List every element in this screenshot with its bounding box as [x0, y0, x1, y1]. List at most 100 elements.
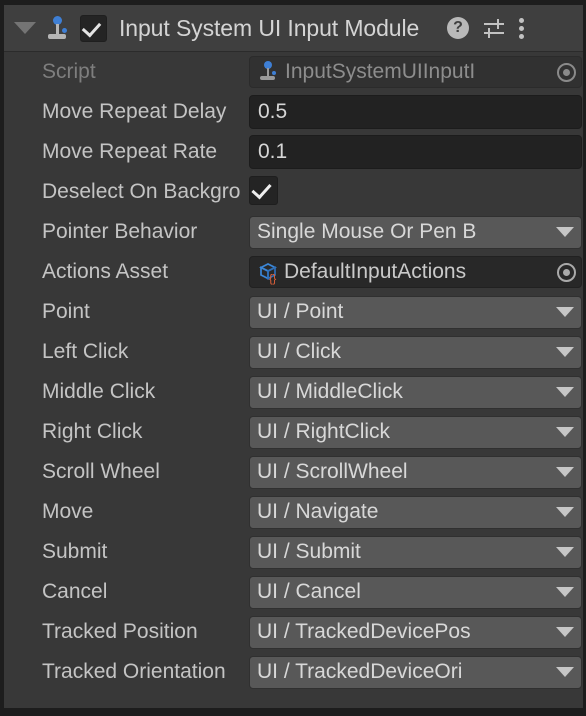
- property-field-area: UI / Submit: [247, 532, 583, 572]
- property-field-area: Single Mouse Or Pen B: [247, 212, 583, 252]
- property-field-area: UI / Click: [247, 332, 583, 372]
- chevron-down-icon: [556, 667, 574, 677]
- chevron-down-icon: [556, 427, 574, 437]
- chevron-down-icon: [556, 227, 574, 237]
- chevron-down-icon: [556, 507, 574, 517]
- dropdown-tracked-position[interactable]: UI / TrackedDevicePos: [249, 615, 582, 649]
- dropdown-value: UI / Click: [257, 340, 341, 363]
- dropdown-submit[interactable]: UI / Submit: [249, 535, 582, 569]
- object-field-value: InputSystemUIInputI: [285, 60, 476, 83]
- property-rows: Script InputSystemUIInputI Move Repeat Del…: [4, 52, 583, 692]
- property-field-area: UI / Navigate: [247, 492, 583, 532]
- object-field-script[interactable]: InputSystemUIInputI: [249, 56, 582, 88]
- component-title: Input System UI Input Module: [119, 14, 420, 41]
- property-label-submit: Submit: [42, 540, 108, 563]
- property-row-move: Move UI / Navigate: [4, 492, 583, 532]
- checkmark-icon: [81, 17, 102, 37]
- input-actions-asset-icon: {}: [259, 263, 277, 285]
- property-field-area: UI / MiddleClick: [247, 372, 583, 412]
- dropdown-value: Single Mouse Or Pen B: [257, 220, 477, 243]
- property-field-area: {} DefaultInputActions: [247, 252, 583, 292]
- property-row-tracked-position: Tracked Position UI / TrackedDevicePos: [4, 612, 583, 652]
- object-picker-icon[interactable]: [551, 257, 581, 287]
- inspector-panel: Input System UI Input Module ? Script Inp…: [0, 0, 586, 716]
- property-row-scroll-wheel: Scroll Wheel UI / ScrollWheel: [4, 452, 583, 492]
- checkmark-icon: [251, 178, 272, 200]
- property-field-area: UI / RightClick: [247, 412, 583, 452]
- property-row-move-repeat-delay: Move Repeat Delay 0.5: [4, 92, 583, 132]
- number-input-move-repeat-rate[interactable]: 0.1: [249, 135, 582, 169]
- property-field-area: UI / ScrollWheel: [247, 452, 583, 492]
- property-label-cancel: Cancel: [42, 580, 108, 603]
- property-field-area: 0.1: [247, 132, 583, 172]
- property-row-move-repeat-rate: Move Repeat Rate 0.1: [4, 132, 583, 172]
- property-label-middle-click: Middle Click: [42, 380, 156, 403]
- property-label-deselect-on-backgro: Deselect On Backgro: [42, 180, 241, 203]
- property-row-cancel: Cancel UI / Cancel: [4, 572, 583, 612]
- chevron-down-icon: [556, 587, 574, 597]
- chevron-down-icon: [556, 387, 574, 397]
- object-field-actions-asset[interactable]: {} DefaultInputActions: [249, 256, 582, 288]
- property-row-left-click: Left Click UI / Click: [4, 332, 583, 372]
- dropdown-right-click[interactable]: UI / RightClick: [249, 415, 582, 449]
- dropdown-scroll-wheel[interactable]: UI / ScrollWheel: [249, 455, 582, 489]
- property-label-right-click: Right Click: [42, 420, 143, 443]
- dropdown-value: UI / TrackedDeviceOri: [257, 660, 463, 683]
- property-field-area: UI / TrackedDevicePos: [247, 612, 583, 652]
- property-label-move-repeat-delay: Move Repeat Delay: [42, 100, 227, 123]
- property-row-pointer-behavior: Pointer Behavior Single Mouse Or Pen B: [4, 212, 583, 252]
- dropdown-cancel[interactable]: UI / Cancel: [249, 575, 582, 609]
- property-row-submit: Submit UI / Submit: [4, 532, 583, 572]
- component-enabled-checkbox[interactable]: [80, 14, 107, 42]
- preset-settings-icon[interactable]: [483, 17, 505, 39]
- checkbox-deselect-on-backgro[interactable]: [249, 176, 278, 205]
- foldout-triangle-down-icon[interactable]: [14, 22, 36, 34]
- dropdown-value: UI / Submit: [257, 540, 361, 563]
- dropdown-value: UI / Navigate: [257, 500, 379, 523]
- property-field-area: [247, 172, 583, 212]
- component-header[interactable]: Input System UI Input Module ?: [4, 5, 583, 52]
- chevron-down-icon: [556, 307, 574, 317]
- object-picker-icon[interactable]: [551, 57, 581, 87]
- property-label-pointer-behavior: Pointer Behavior: [42, 220, 198, 243]
- property-row-right-click: Right Click UI / RightClick: [4, 412, 583, 452]
- property-label-tracked-orientation: Tracked Orientation: [42, 660, 226, 683]
- dropdown-point[interactable]: UI / Point: [249, 295, 582, 329]
- input-module-joystick-icon: [44, 15, 70, 41]
- number-input-move-repeat-delay[interactable]: 0.5: [249, 95, 582, 129]
- dropdown-value: UI / RightClick: [257, 420, 391, 443]
- property-label-point: Point: [42, 300, 90, 323]
- script-mono-behaviour-icon: [256, 59, 280, 85]
- chevron-down-icon: [556, 347, 574, 357]
- dropdown-tracked-orientation[interactable]: UI / TrackedDeviceOri: [249, 655, 582, 689]
- chevron-down-icon: [556, 467, 574, 477]
- chevron-down-icon: [556, 627, 574, 637]
- property-row-middle-click: Middle Click UI / MiddleClick: [4, 372, 583, 412]
- property-field-area: UI / Cancel: [247, 572, 583, 612]
- dropdown-left-click[interactable]: UI / Click: [249, 335, 582, 369]
- dropdown-value: UI / Cancel: [257, 580, 361, 603]
- help-icon[interactable]: ?: [447, 17, 469, 39]
- property-field-area: UI / TrackedDeviceOri: [247, 652, 583, 692]
- header-icon-group: ?: [447, 17, 525, 39]
- dropdown-value: UI / MiddleClick: [257, 380, 403, 403]
- property-row-point: Point UI / Point: [4, 292, 583, 332]
- dropdown-value: UI / ScrollWheel: [257, 460, 408, 483]
- property-label-left-click: Left Click: [42, 340, 129, 363]
- context-menu-kebab-icon[interactable]: [519, 17, 525, 39]
- dropdown-pointer-behavior[interactable]: Single Mouse Or Pen B: [249, 215, 582, 249]
- input-actions-asset-icon: {}: [256, 259, 282, 285]
- object-field-value: DefaultInputActions: [284, 260, 467, 283]
- property-label-move-repeat-rate: Move Repeat Rate: [42, 140, 218, 163]
- property-field-area: 0.5: [247, 92, 583, 132]
- dropdown-middle-click[interactable]: UI / MiddleClick: [249, 375, 582, 409]
- property-row-actions-asset: Actions Asset {} DefaultInputActions: [4, 252, 583, 292]
- property-label-actions-asset: Actions Asset: [42, 260, 169, 283]
- property-label-script: Script: [42, 60, 96, 83]
- property-row-deselect-on-backgro: Deselect On Backgro: [4, 172, 583, 212]
- dropdown-move[interactable]: UI / Navigate: [249, 495, 582, 529]
- property-row-tracked-orientation: Tracked Orientation UI / TrackedDeviceOri: [4, 652, 583, 692]
- property-row-script: Script InputSystemUIInputI: [4, 52, 583, 92]
- property-field-area: InputSystemUIInputI: [247, 52, 583, 92]
- property-label-move: Move: [42, 500, 94, 523]
